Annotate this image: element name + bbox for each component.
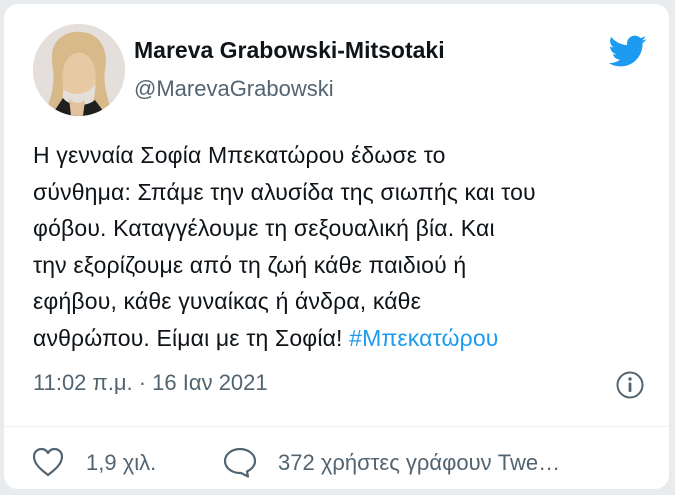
hashtag-link[interactable]: #Μπεκατώρου (349, 325, 498, 351)
heart-icon[interactable] (31, 446, 65, 478)
info-icon[interactable] (615, 370, 645, 400)
speech-bubble-icon[interactable] (222, 446, 258, 478)
tweet-line: φόβου. Καταγγέλουμε τη σεξουαλική βία. Κ… (33, 215, 495, 241)
tweet-line: την εξορίζουμε από τη ζωή κάθε παιδιού ή (33, 251, 467, 278)
avatar[interactable] (33, 24, 125, 116)
action-bar: 1,9 χιλ. 372 χρήστες γράφουν Twe… (4, 442, 669, 486)
author-handle[interactable]: @MarevaGrabowski (134, 76, 334, 102)
tweet-line: σύνθημα: Σπάμε την αλυσίδα της σιωπής κα… (33, 178, 536, 205)
tweet-line-text: ανθρώπου. Είμαι με τη Σοφία! (33, 324, 350, 351)
tweet-line-last: ανθρώπου. Είμαι με τη Σοφία! #Μπεκατώρου (33, 320, 653, 357)
tweet-card[interactable]: Mareva Grabowski-Mitsotaki @MarevaGrabow… (4, 4, 669, 489)
tweet-line: εφήβου, κάθε γυναίκας ή άνδρα, κάθε (33, 288, 422, 314)
twitter-bird-icon[interactable] (604, 31, 650, 71)
reply-count[interactable]: 372 χρήστες γράφουν Twe… (278, 450, 560, 476)
author-name[interactable]: Mareva Grabowski-Mitsotaki (134, 37, 445, 64)
tweet-line: Η γενναία Σοφία Μπεκατώρου έδωσε το (33, 142, 446, 168)
like-count[interactable]: 1,9 χιλ. (86, 450, 156, 476)
divider (4, 426, 669, 427)
tweet-text: Η γενναία Σοφία Μπεκατώρου έδωσε το σύνθ… (33, 137, 653, 356)
tweet-timestamp[interactable]: 11:02 π.μ. · 16 Ιαν 2021 (33, 370, 268, 396)
